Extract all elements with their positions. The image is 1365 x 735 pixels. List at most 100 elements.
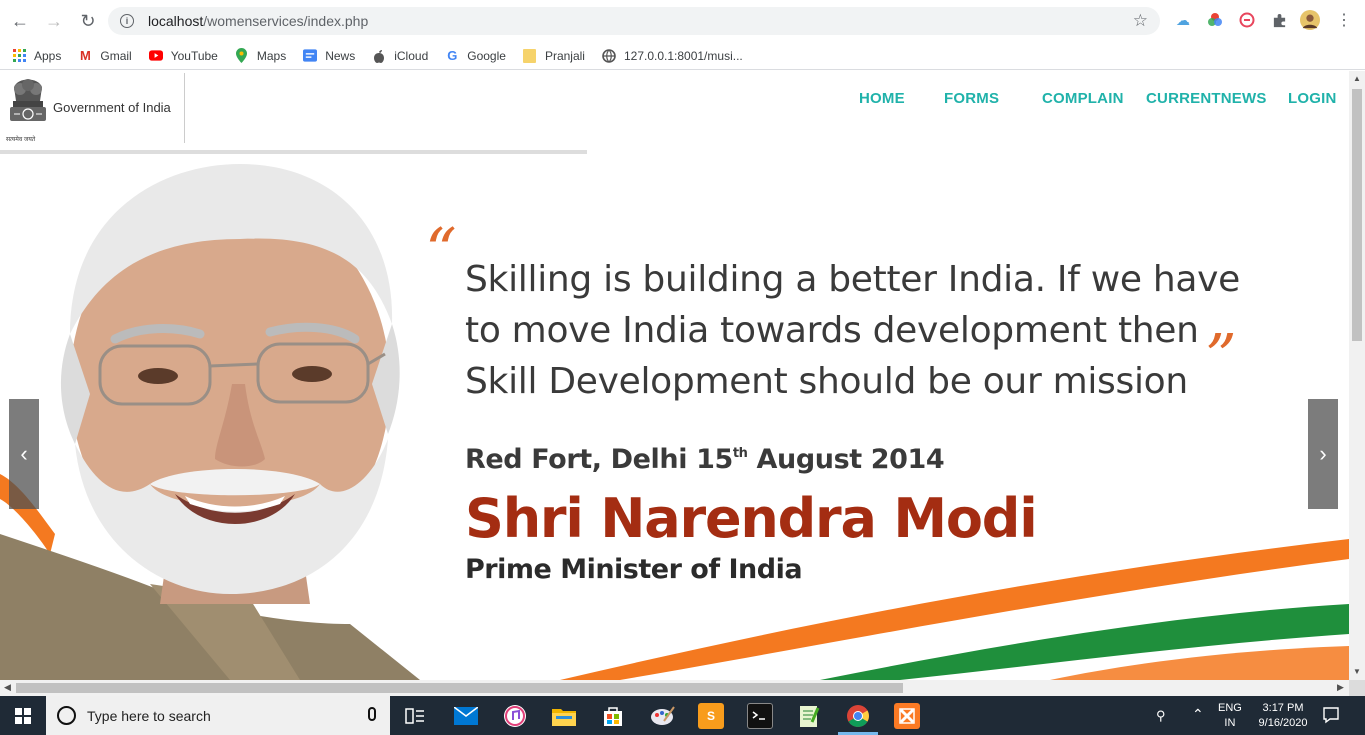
scrollbar-corner bbox=[1349, 680, 1365, 696]
people-icon[interactable]: ⚲ bbox=[1156, 708, 1166, 724]
quote-line: Skilling is building a better India. If … bbox=[465, 259, 1241, 300]
search-placeholder: Type here to search bbox=[87, 707, 211, 724]
bookmark-label: Pranjali bbox=[544, 48, 585, 63]
globe-icon bbox=[602, 48, 616, 63]
nav-forms[interactable]: FORMS bbox=[944, 90, 999, 107]
nav-complain[interactable]: COMPLAIN bbox=[1042, 90, 1124, 107]
slide-place-date: Red Fort, Delhi 15th August 2014 bbox=[465, 444, 945, 475]
emblem-motto: सत्यमेव जयते bbox=[6, 137, 36, 143]
extensions-puzzle-icon[interactable] bbox=[1269, 10, 1289, 30]
scroll-left-icon[interactable]: ◀ bbox=[4, 682, 11, 693]
bookmark-label: News bbox=[325, 48, 356, 63]
bookmark-star-icon[interactable]: ☆ bbox=[1133, 11, 1148, 31]
xampp-icon[interactable] bbox=[894, 703, 920, 729]
bookmark-local-music[interactable]: 127.0.0.1:8001/musi... bbox=[602, 49, 743, 63]
microphone-icon[interactable] bbox=[368, 707, 376, 721]
nav-currentnews[interactable]: CURRENTNEWS bbox=[1146, 90, 1267, 107]
bookmark-pranjali[interactable]: Pranjali bbox=[523, 48, 585, 63]
sublime-text-icon[interactable]: S bbox=[698, 703, 724, 729]
clock-time: 3:17 PM bbox=[1262, 702, 1304, 714]
scroll-up-icon[interactable]: ▲ bbox=[1353, 74, 1361, 83]
language-indicator[interactable]: ENG IN bbox=[1218, 701, 1242, 731]
site-info-icon[interactable]: i bbox=[120, 14, 134, 28]
gmail-icon: M bbox=[79, 48, 91, 63]
color-extension-icon[interactable] bbox=[1205, 10, 1225, 30]
windows-logo-icon bbox=[15, 707, 31, 724]
windows-start-button[interactable] bbox=[0, 696, 46, 735]
page-viewport: सत्यमेव जयते Government of India HOME FO… bbox=[0, 71, 1349, 680]
address-bar[interactable]: i localhost/womenservices/index.php ☆ bbox=[108, 7, 1160, 35]
microsoft-store-icon[interactable] bbox=[600, 703, 626, 729]
slide-quote: Skilling is building a better India. If … bbox=[465, 254, 1285, 407]
hero-carousel: “ Skilling is building a better India. I… bbox=[0, 154, 1349, 680]
task-view-icon[interactable] bbox=[402, 703, 428, 729]
bookmark-label: Apps bbox=[34, 48, 62, 63]
browser-menu-icon[interactable]: ⋮ bbox=[1334, 10, 1354, 30]
slide-speaker-role: Prime Minister of India bbox=[465, 554, 803, 585]
open-quote-mark: “ bbox=[425, 214, 457, 287]
bookmark-label: YouTube bbox=[170, 48, 218, 63]
sync-extension-icon[interactable] bbox=[1237, 10, 1257, 30]
mail-app-icon[interactable] bbox=[453, 703, 479, 729]
nav-login[interactable]: LOGIN bbox=[1288, 90, 1337, 107]
reload-icon[interactable]: ↻ bbox=[74, 7, 102, 35]
bookmark-youtube[interactable]: YouTube bbox=[148, 48, 218, 63]
bookmark-label: Maps bbox=[256, 48, 287, 63]
bookmark-google[interactable]: G Google bbox=[445, 48, 506, 63]
windows-taskbar: Type here to search S ⚲ ⌃ ENG IN 3:17 PM… bbox=[0, 696, 1365, 735]
show-hidden-icons-chevron[interactable]: ⌃ bbox=[1192, 706, 1204, 723]
national-emblem-logo: सत्यमेव जयते bbox=[6, 75, 50, 147]
news-icon bbox=[303, 49, 318, 63]
lang-code: ENG bbox=[1218, 702, 1242, 714]
carousel-next-button[interactable]: › bbox=[1308, 399, 1338, 509]
close-quote-mark: ” bbox=[1205, 320, 1237, 393]
paint-icon[interactable] bbox=[650, 703, 676, 729]
youtube-icon bbox=[148, 49, 163, 63]
bookmark-label: 127.0.0.1:8001/musi... bbox=[623, 48, 743, 63]
scroll-down-icon[interactable]: ▼ bbox=[1353, 667, 1361, 676]
header-divider bbox=[184, 73, 185, 143]
bookmark-label: Gmail bbox=[100, 48, 132, 63]
vertical-scrollbar[interactable]: ▲ ▼ bbox=[1349, 71, 1365, 680]
chevron-left-icon: ‹ bbox=[20, 441, 28, 466]
cortana-icon bbox=[57, 706, 76, 725]
maps-icon bbox=[235, 48, 249, 63]
itunes-icon[interactable] bbox=[502, 703, 528, 729]
browser-toolbar: ← → ↻ i localhost/womenservices/index.ph… bbox=[0, 0, 1365, 42]
apple-icon bbox=[372, 49, 386, 63]
org-name: Government of India bbox=[53, 100, 171, 115]
bookmark-gmail[interactable]: M Gmail bbox=[78, 48, 132, 63]
prime-minister-portrait bbox=[0, 164, 1349, 680]
bookmark-apps[interactable]: Apps bbox=[12, 49, 61, 63]
forward-icon[interactable]: → bbox=[40, 7, 68, 35]
nav-home[interactable]: HOME bbox=[859, 90, 905, 107]
apps-grid-icon bbox=[12, 49, 26, 63]
back-icon[interactable]: ← bbox=[6, 7, 34, 35]
horizontal-scroll-thumb[interactable] bbox=[16, 683, 903, 693]
profile-avatar[interactable] bbox=[1300, 10, 1320, 30]
chrome-icon[interactable] bbox=[845, 703, 871, 729]
quote-line: to move India towards development then bbox=[465, 310, 1199, 351]
file-explorer-icon[interactable] bbox=[551, 703, 577, 729]
horizontal-scrollbar[interactable]: ◀ ▶ bbox=[0, 680, 1349, 696]
vertical-scroll-thumb[interactable] bbox=[1352, 89, 1362, 341]
region-code: IN bbox=[1224, 717, 1236, 729]
url-text: localhost/womenservices/index.php bbox=[148, 13, 369, 29]
clock-date: 9/16/2020 bbox=[1258, 717, 1308, 729]
taskbar-search-box[interactable]: Type here to search bbox=[46, 696, 390, 735]
cloud-extension-icon[interactable]: ☁ bbox=[1173, 10, 1193, 30]
chevron-right-icon: › bbox=[1319, 441, 1327, 466]
bookmark-icloud[interactable]: iCloud bbox=[372, 49, 428, 63]
bookmark-news[interactable]: News bbox=[303, 49, 355, 63]
clock[interactable]: 3:17 PM 9/16/2020 bbox=[1254, 701, 1312, 731]
terminal-icon[interactable] bbox=[747, 703, 773, 729]
carousel-prev-button[interactable]: ‹ bbox=[9, 399, 39, 509]
action-center-icon[interactable] bbox=[1322, 706, 1340, 727]
notepad-plus-icon[interactable] bbox=[796, 703, 822, 729]
scroll-right-icon[interactable]: ▶ bbox=[1337, 682, 1344, 693]
bookmark-label: iCloud bbox=[394, 48, 429, 63]
bookmark-maps[interactable]: Maps bbox=[235, 48, 287, 63]
folder-icon bbox=[523, 48, 537, 63]
google-icon: G bbox=[447, 48, 458, 63]
bookmarks-bar: Apps M Gmail YouTube Maps News iCloud G … bbox=[0, 42, 1365, 70]
